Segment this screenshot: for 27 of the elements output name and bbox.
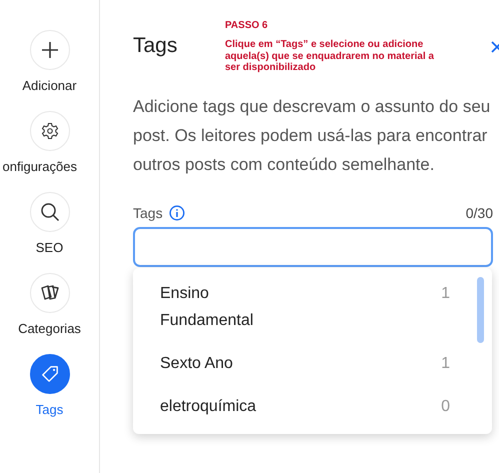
- search-button[interactable]: [30, 192, 70, 232]
- tag-counter: 0/30: [466, 205, 493, 221]
- tag-button[interactable]: [30, 354, 70, 394]
- description-text: Adicione tags que descrevam o assunto do seu post. Os leitores podem usá-las para encontrar outros posts com conteúdo semelhante.: [133, 96, 492, 176]
- suggestion-item[interactable]: Ensino Fundamental 1: [133, 276, 492, 346]
- tags-input-field[interactable]: [133, 227, 493, 267]
- panel-title: Tags: [133, 34, 178, 58]
- cards-icon: [40, 284, 60, 302]
- sidebar-label: Tags: [36, 402, 64, 419]
- info-icon[interactable]: [168, 205, 185, 221]
- suggestion-item[interactable]: eletroquímica 0: [133, 389, 492, 432]
- add-button[interactable]: [30, 30, 70, 70]
- step-annotation: PASSO 6: [225, 20, 269, 31]
- tag-icon: [40, 365, 58, 383]
- sidebar-label: SEO: [36, 240, 64, 257]
- search-icon: [40, 202, 60, 222]
- scrollbar-thumb[interactable]: [477, 277, 484, 343]
- sidebar-label: Adicionar: [22, 78, 77, 95]
- sidebar-label: Categorias: [18, 321, 81, 338]
- instruction-annotation: Clique em “Tags” e selecione ou adicione aquela(s) que se enquadrarem no material a ser disponibilizado: [225, 39, 435, 74]
- plus-icon: [40, 41, 58, 59]
- sidebar-label: onfigurações: [2, 159, 77, 176]
- gear-icon: [40, 122, 58, 140]
- cards-button[interactable]: [30, 273, 70, 313]
- field-label: Tags: [133, 205, 163, 221]
- suggestion-item[interactable]: Sexto Ano 1: [133, 346, 492, 389]
- settings-button[interactable]: [30, 111, 70, 151]
